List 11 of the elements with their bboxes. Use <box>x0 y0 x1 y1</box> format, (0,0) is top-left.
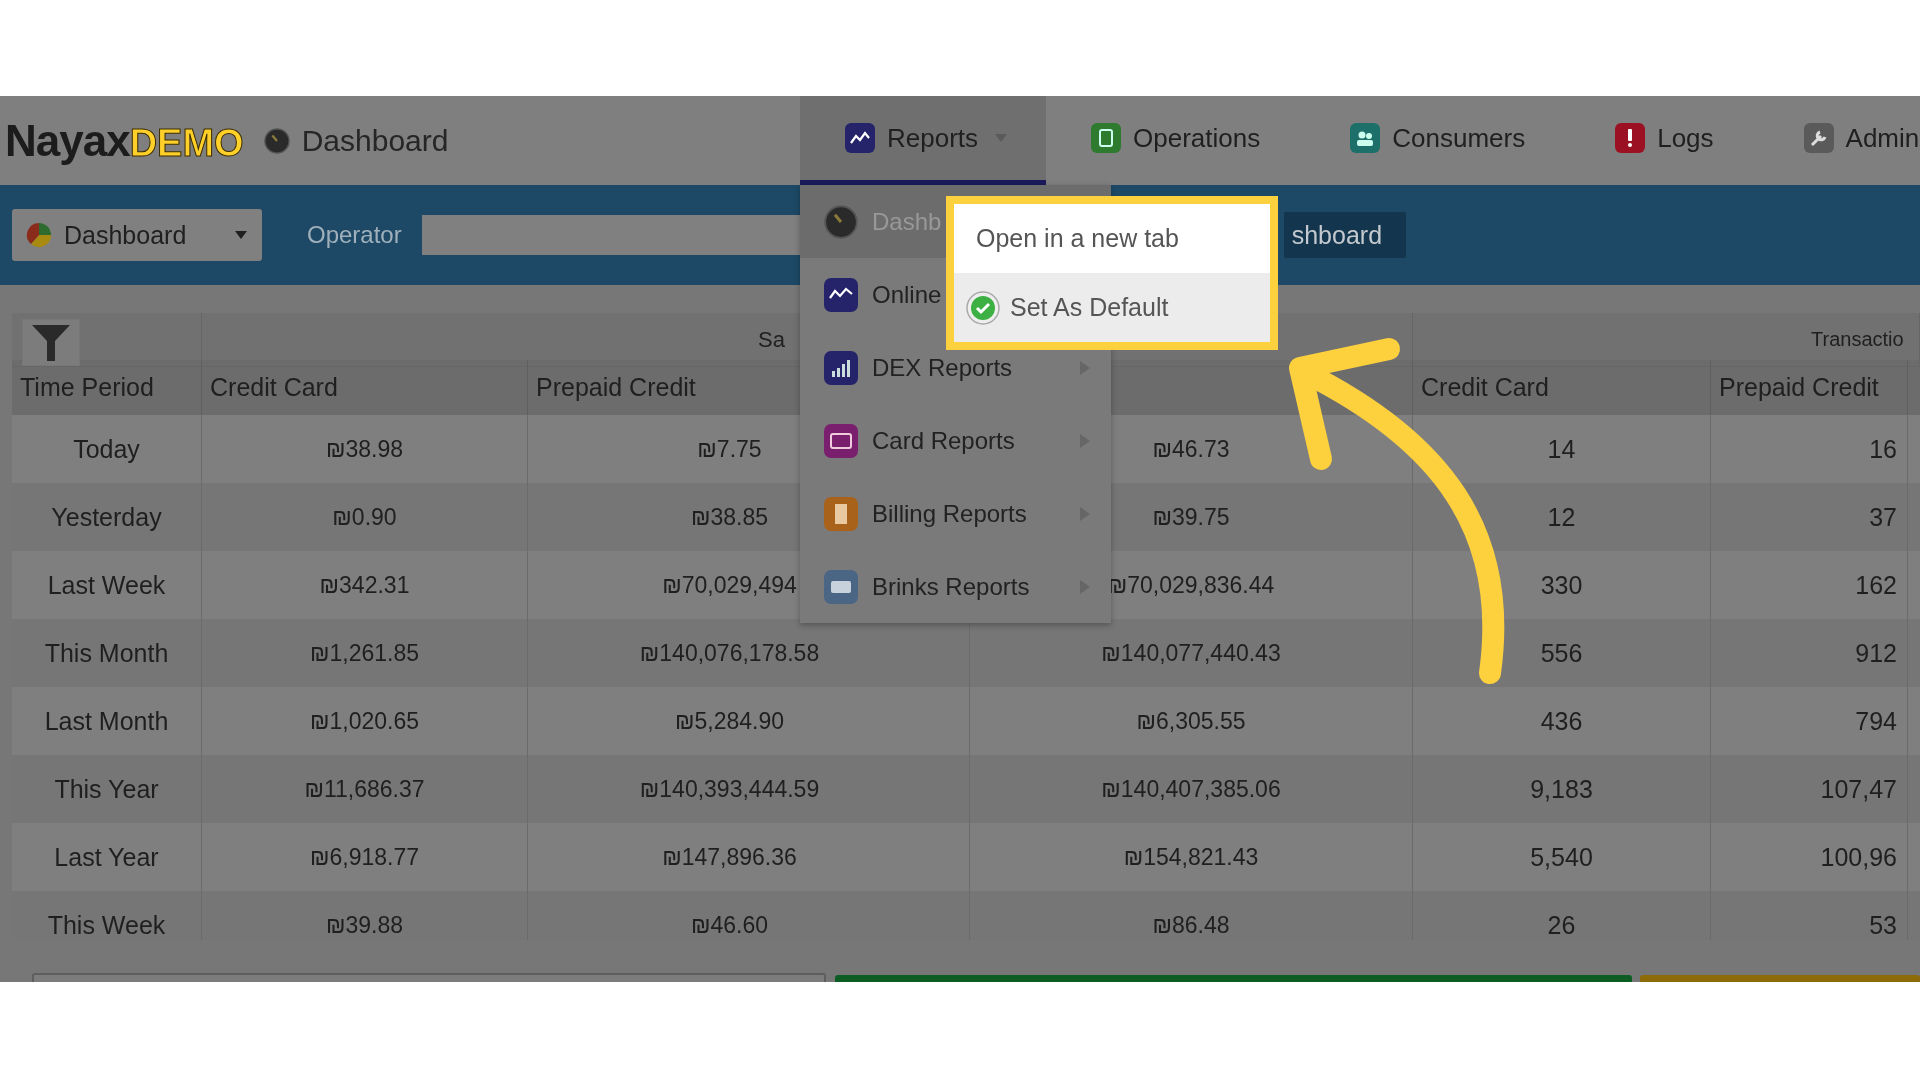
table-cell: This Week <box>12 891 202 940</box>
group-header: Transactio <box>1811 328 1904 351</box>
operator-label: Operator <box>307 221 402 249</box>
table-cell: ₪46.60 <box>528 891 970 940</box>
table-cell: 26 <box>1413 891 1711 940</box>
table-cell: ₪86.48 <box>970 891 1413 940</box>
table-cell: 53 <box>1711 891 1908 940</box>
group-header: Sa <box>758 326 785 353</box>
logo: NayaxDEMO <box>5 115 244 166</box>
table-cell: ₪39.88 <box>202 891 528 940</box>
page-title: Dashboard <box>301 123 449 158</box>
